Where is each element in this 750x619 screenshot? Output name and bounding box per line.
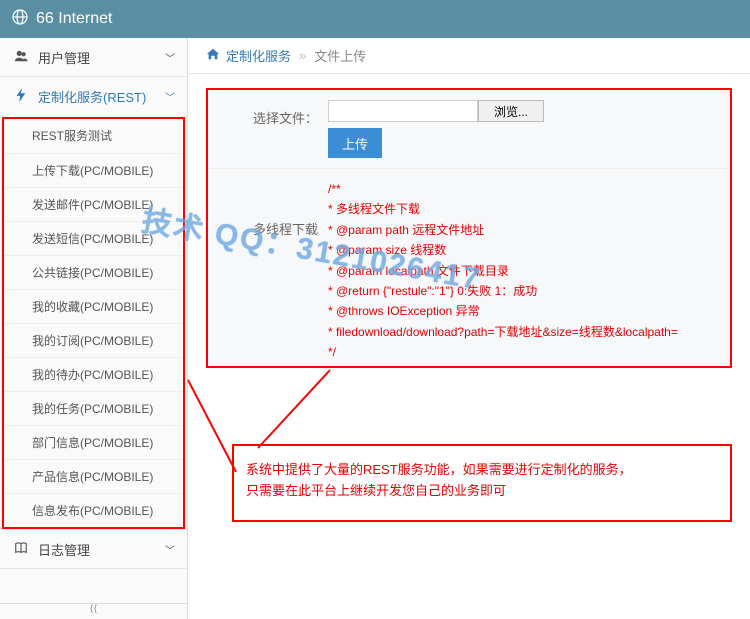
content-panel: 选择文件： 浏览... 上传 多线程下载 /** * 多线程文件下载 * @pa… [206,88,732,368]
code-line: * @param localpath 文件下载目录 [328,261,730,281]
sidebar-collapse-button[interactable]: ⟨⟨ [0,603,187,619]
lightning-icon [12,88,30,105]
code-comment-block: /** * 多线程文件下载 * @param path 远程文件地址 * @pa… [328,169,730,368]
code-line: /** [328,179,730,199]
breadcrumb: 定制化服务 » 文件上传 [188,38,750,74]
chevron-left-icon: ⟨⟨ [90,604,98,615]
code-line: * 多线程文件下载 [328,199,730,219]
code-line: * @param path 远程文件地址 [328,220,730,240]
chevron-down-icon: ﹀ [165,542,175,557]
note-line: 只需要在此平台上继续开发您自己的业务即可 [246,481,718,502]
nav-item[interactable]: 信息发布(PC/MOBILE) [4,493,183,527]
nav-item[interactable]: 发送短信(PC/MOBILE) [4,221,183,255]
nav-section-custom[interactable]: 定制化服务(REST) ﹀ [0,77,187,115]
chevron-down-icon: ﹀ [165,50,175,65]
nav-section-log-label: 日志管理 [38,540,165,559]
nav-item[interactable]: 部门信息(PC/MOBILE) [4,425,183,459]
nav-section-user[interactable]: 用户管理 ﹀ [0,38,187,76]
nav-item[interactable]: 公共链接(PC/MOBILE) [4,255,183,289]
globe-icon [12,9,28,30]
code-line: * filedownload/download?path=下载地址&size=线… [328,322,730,342]
breadcrumb-root[interactable]: 定制化服务 [226,46,291,65]
code-line: * @return {"restule":"1"} 0:失败 1：成功 [328,281,730,301]
nav-item[interactable]: 发送邮件(PC/MOBILE) [4,187,183,221]
nav-section-user-label: 用户管理 [38,48,165,67]
app-title: 66 Internet [36,10,113,28]
app-header: 66 Internet [0,0,750,38]
main-content: 定制化服务 » 文件上传 选择文件： 浏览... 上传 多线程下载 /** [188,38,750,619]
chevron-down-icon: ﹀ [165,89,175,104]
browse-button[interactable]: 浏览... [478,100,544,122]
nav-section-log[interactable]: 日志管理 ﹀ [0,530,187,568]
file-path-input[interactable] [328,100,478,122]
users-icon [12,49,30,66]
nav-custom-submenu: REST服务测试 上传下载(PC/MOBILE) 发送邮件(PC/MOBILE)… [2,117,185,529]
home-icon [206,47,220,64]
code-line: * @throws IOException 异常 [328,301,730,321]
nav-item[interactable]: 我的待办(PC/MOBILE) [4,357,183,391]
download-section-label: 多线程下载 [208,169,328,368]
nav-item[interactable]: REST服务测试 [4,119,183,153]
note-line: 系统中提供了大量的REST服务功能，如果需要进行定制化的服务， [246,460,718,481]
nav-item[interactable]: 产品信息(PC/MOBILE) [4,459,183,493]
sidebar: 用户管理 ﹀ 定制化服务(REST) ﹀ REST服务测试 上传下载(PC/MO… [0,38,188,619]
select-file-label: 选择文件： [208,90,328,168]
book-icon [12,541,30,558]
code-line: * @param size 线程数 [328,240,730,260]
nav-section-custom-label: 定制化服务(REST) [38,87,165,106]
nav-item[interactable]: 我的任务(PC/MOBILE) [4,391,183,425]
nav-item[interactable]: 我的订阅(PC/MOBILE) [4,323,183,357]
upload-button[interactable]: 上传 [328,128,382,158]
nav-item[interactable]: 上传下载(PC/MOBILE) [4,153,183,187]
code-line: */ [328,342,730,362]
breadcrumb-sep: » [299,48,306,63]
breadcrumb-current: 文件上传 [314,46,366,65]
nav-item[interactable]: 我的收藏(PC/MOBILE) [4,289,183,323]
annotation-note: 系统中提供了大量的REST服务功能，如果需要进行定制化的服务， 只需要在此平台上… [232,444,732,522]
